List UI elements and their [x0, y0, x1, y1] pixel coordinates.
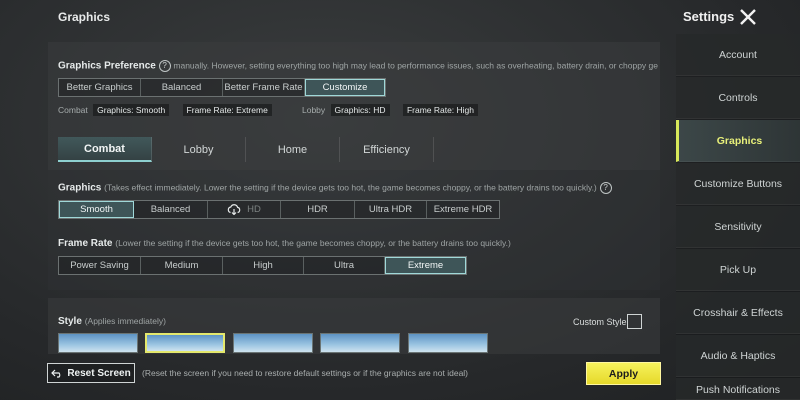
sidebar-item-label: Sensitivity	[714, 220, 762, 233]
close-icon	[740, 9, 756, 25]
framerate-hint: (Lower the setting if the device gets to…	[115, 238, 511, 248]
framerate-row-label: Frame Rate (Lower the setting if the dev…	[58, 238, 511, 249]
help-icon[interactable]: ?	[599, 182, 612, 194]
custom-style-label: Custom Style	[573, 317, 627, 327]
combat-summary: Combat Graphics: Smooth Frame Rate: Extr…	[58, 104, 280, 116]
style-thumbnail-selected[interactable]	[145, 333, 225, 353]
sidebar-item-account[interactable]: Account	[676, 34, 800, 76]
return-icon	[51, 369, 61, 378]
framerate-option-medium[interactable]: Medium	[141, 257, 223, 274]
preference-hint: manually. However, setting everything to…	[173, 60, 658, 71]
mode-tabs: Combat Lobby Home Efficiency	[58, 137, 658, 162]
cloud-download-icon	[227, 204, 241, 215]
close-button[interactable]	[738, 7, 758, 27]
graphics-row-label: Graphics (Takes effect immediately. Lowe…	[58, 182, 612, 194]
preference-row-label: Graphics Preference ? manually. However,…	[58, 60, 658, 72]
style-thumbnail[interactable]	[408, 333, 488, 353]
framerate-title: Frame Rate	[58, 238, 113, 249]
tab-home[interactable]: Home	[246, 137, 340, 162]
framerate-option-high[interactable]: High	[223, 257, 304, 274]
combat-framerate-badge: Frame Rate: Extreme	[182, 104, 272, 116]
preference-option-customize[interactable]: Customize	[305, 79, 385, 96]
sidebar-item-label: Audio & Haptics	[700, 349, 776, 362]
page-title: Graphics	[58, 10, 111, 24]
reset-screen-button[interactable]: Reset Screen	[47, 363, 135, 383]
graphics-hint: (Takes effect immediately. Lower the set…	[104, 182, 597, 193]
sidebar-item-crosshair-effects[interactable]: Crosshair & Effects	[676, 292, 800, 334]
preference-title: Graphics Preference	[58, 60, 156, 72]
graphics-option-balanced[interactable]: Balanced	[134, 201, 208, 218]
help-icon[interactable]: ?	[158, 60, 171, 72]
sidebar-item-controls[interactable]: Controls	[676, 77, 800, 119]
lobby-graphics-badge: Graphics: HD	[330, 104, 390, 116]
framerate-option-power-saving[interactable]: Power Saving	[59, 257, 141, 274]
lobby-label: Lobby	[302, 105, 326, 115]
preference-option-better-frame-rate[interactable]: Better Frame Rate	[223, 79, 305, 96]
lobby-summary: Lobby Graphics: HD Frame Rate: High	[302, 104, 486, 116]
style-thumbnail[interactable]	[58, 333, 138, 353]
framerate-selector: Power Saving Medium High Ultra Extreme	[58, 256, 467, 275]
settings-title: Settings	[683, 9, 735, 24]
reset-screen-label: Reset Screen	[67, 367, 131, 379]
top-bar: Graphics Settings	[0, 0, 800, 36]
framerate-option-ultra[interactable]: Ultra	[304, 257, 385, 274]
settings-sidebar: Account Controls Graphics Customize Butt…	[676, 34, 800, 400]
combat-label: Combat	[58, 105, 88, 115]
framerate-option-extreme[interactable]: Extreme	[385, 257, 466, 274]
sidebar-item-label: Push Notifications	[695, 384, 781, 396]
tab-combat[interactable]: Combat	[58, 137, 152, 162]
sidebar-item-label: Crosshair & Effects	[693, 306, 783, 319]
preference-selector: Better Graphics Balanced Better Frame Ra…	[58, 78, 386, 97]
graphics-option-extreme-hdr[interactable]: Extreme HDR	[427, 201, 499, 218]
graphics-title: Graphics	[58, 182, 102, 194]
graphics-option-hd-label: HD	[247, 204, 261, 215]
style-thumbnail[interactable]	[233, 333, 313, 353]
sidebar-item-label: Customize Buttons	[693, 177, 783, 190]
reset-note: (Reset the screen if you need to restore…	[142, 368, 469, 378]
style-hint: (Applies immediately)	[84, 316, 166, 326]
preference-option-better-graphics[interactable]: Better Graphics	[59, 79, 141, 96]
sidebar-item-audio-haptics[interactable]: Audio & Haptics	[676, 335, 800, 377]
graphics-option-smooth[interactable]: Smooth	[59, 201, 134, 218]
sidebar-item-label: Controls	[718, 91, 758, 104]
sidebar-item-sensitivity[interactable]: Sensitivity	[676, 206, 800, 248]
style-thumbnail[interactable]	[320, 333, 400, 353]
style-title: Style	[58, 316, 82, 327]
combat-graphics-badge: Graphics: Smooth	[93, 104, 170, 116]
graphics-option-hd[interactable]: HD	[208, 201, 281, 218]
style-row-label: Style (Applies immediately)	[58, 316, 166, 327]
sidebar-item-pick-up[interactable]: Pick Up	[676, 249, 800, 291]
sidebar-item-graphics[interactable]: Graphics	[676, 120, 800, 162]
sidebar-item-label: Graphics	[716, 134, 763, 147]
graphics-option-hdr[interactable]: HDR	[281, 201, 355, 218]
custom-style-checkbox[interactable]	[627, 314, 642, 329]
lobby-framerate-badge: Frame Rate: High	[402, 104, 479, 116]
graphics-option-ultra-hdr[interactable]: Ultra HDR	[355, 201, 427, 218]
apply-button[interactable]: Apply	[586, 362, 661, 385]
preference-option-balanced[interactable]: Balanced	[141, 79, 223, 96]
sidebar-item-push-notifications[interactable]: Push Notifications	[676, 378, 800, 400]
sidebar-item-customize-buttons[interactable]: Customize Buttons	[676, 163, 800, 205]
tab-efficiency[interactable]: Efficiency	[340, 137, 434, 162]
sidebar-item-label: Account	[719, 48, 757, 61]
sidebar-item-label: Pick Up	[719, 263, 757, 276]
tab-lobby[interactable]: Lobby	[152, 137, 246, 162]
graphics-quality-selector: Smooth Balanced HD HDR Ultra HDR Extreme…	[58, 200, 500, 219]
